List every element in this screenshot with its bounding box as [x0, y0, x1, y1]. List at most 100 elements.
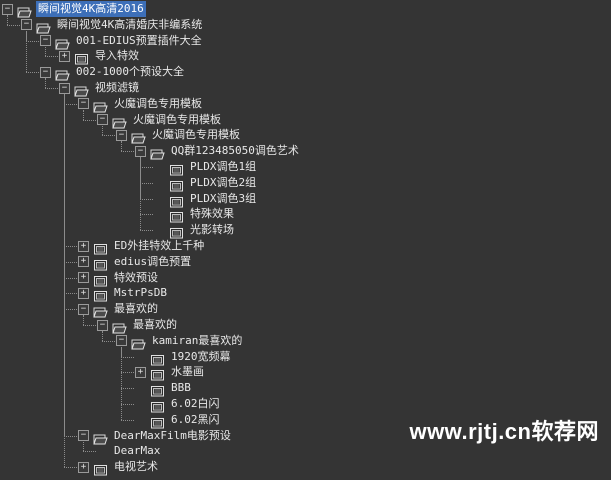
- expand-icon[interactable]: +: [78, 461, 89, 473]
- tree-node[interactable]: + 导入特效: [59, 48, 141, 65]
- collapse-icon[interactable]: −: [78, 98, 89, 110]
- collapse-icon[interactable]: −: [78, 430, 89, 442]
- tree-node[interactable]: + ED外挂特效上千种: [78, 238, 206, 255]
- tree-node[interactable]: − 火魔调色专用模板: [116, 127, 242, 144]
- tree-node-label: 瞬间视觉4K高清婚庆非编系统: [57, 17, 203, 31]
- tree-node-label: 电视艺术: [114, 460, 158, 474]
- tree-connector-line: [83, 325, 96, 326]
- preset-icon: [93, 256, 108, 271]
- preset-icon: [93, 240, 108, 255]
- tree-node[interactable]: − 最喜欢的: [78, 301, 160, 318]
- tree-node[interactable]: PLDX调色2组: [154, 175, 258, 192]
- collapse-icon[interactable]: −: [97, 114, 108, 126]
- tree-node[interactable]: DearMax: [97, 443, 162, 459]
- tree-node-label: 火魔调色专用模板: [152, 128, 240, 142]
- tree-node-label: 特殊效果: [190, 207, 234, 221]
- tree-connector-line: [121, 372, 134, 374]
- tree-connector-line: [45, 88, 58, 89]
- tree-connector-line: [121, 388, 134, 390]
- preset-icon: [150, 414, 165, 429]
- tree-node-label: QQ群123485050调色艺术: [171, 144, 299, 158]
- collapse-icon[interactable]: −: [2, 3, 13, 15]
- folder-open-icon: [131, 335, 146, 350]
- tree-node[interactable]: PLDX调色1组: [154, 159, 258, 176]
- tree-connector-line: [102, 135, 115, 137]
- tree-node[interactable]: + edius调色预置: [78, 254, 193, 271]
- tree-node-label: DearMaxFilm电影预设: [114, 428, 231, 442]
- tree-node-label: 水墨画: [171, 365, 204, 379]
- preset-icon: [74, 50, 89, 65]
- tree-node[interactable]: PLDX调色3组: [154, 191, 258, 208]
- tree-node[interactable]: 6.02黑闪: [135, 412, 222, 429]
- tree-node[interactable]: + 水墨画: [135, 364, 206, 381]
- collapse-icon[interactable]: −: [59, 82, 70, 94]
- tree-node-label: PLDX调色2组: [190, 175, 257, 189]
- tree-node[interactable]: 光影转场: [154, 222, 236, 239]
- expand-icon[interactable]: +: [78, 256, 89, 268]
- tree-connector-line: [64, 246, 77, 247]
- collapse-icon[interactable]: −: [116, 129, 127, 141]
- tree-connector-line: [64, 94, 65, 468]
- tree-connector-line: [26, 30, 27, 73]
- collapse-icon[interactable]: −: [97, 319, 108, 331]
- preset-icon: [150, 398, 165, 413]
- tree-node[interactable]: − 最喜欢的: [97, 317, 179, 334]
- preset-icon: [150, 382, 165, 397]
- tree-node[interactable]: + 特效预设: [78, 270, 160, 287]
- tree-node[interactable]: − 火魔调色专用模板: [78, 96, 204, 113]
- tree-node[interactable]: 特殊效果: [154, 206, 236, 223]
- tree-connector-line: [102, 340, 115, 342]
- folder-open-icon: [131, 129, 146, 144]
- collapse-icon[interactable]: −: [116, 335, 127, 347]
- tree-connector-line: [64, 277, 77, 279]
- tree-connector-line: [140, 214, 153, 216]
- collapse-icon[interactable]: −: [40, 35, 51, 47]
- tree-node-label: DearMax: [114, 444, 161, 458]
- tree-node[interactable]: + 电视艺术: [78, 459, 160, 476]
- tree-node[interactable]: + MstrPsDB: [78, 285, 169, 302]
- tree-node[interactable]: − 瞬间视觉4K高清婚庆非编系统: [21, 17, 204, 34]
- collapse-icon[interactable]: −: [135, 145, 146, 157]
- folder-open-icon: [112, 114, 127, 129]
- tree-connector-line: [83, 451, 96, 453]
- tree-node[interactable]: BBB: [135, 380, 193, 397]
- tree-node-label: 光影转场: [190, 223, 234, 237]
- tree-node[interactable]: − QQ群123485050调色艺术: [135, 143, 301, 160]
- expand-icon[interactable]: +: [78, 240, 89, 252]
- expand-icon[interactable]: +: [59, 50, 70, 62]
- tree-node[interactable]: − 视频滤镜: [59, 80, 141, 97]
- folder-open-icon: [36, 19, 51, 34]
- tree-node-label: 001-EDIUS预置插件大全: [76, 33, 202, 47]
- tree-node[interactable]: 1920宽频幕: [135, 349, 233, 366]
- preset-icon: [169, 224, 184, 239]
- preset-icon: [169, 193, 184, 208]
- expand-icon[interactable]: +: [78, 272, 89, 284]
- tree-node[interactable]: − 001-EDIUS预置插件大全: [40, 33, 204, 50]
- tree-node[interactable]: − DearMaxFilm电影预设: [78, 428, 233, 445]
- tree-node[interactable]: − 火魔调色专用模板: [97, 112, 223, 129]
- collapse-icon[interactable]: −: [21, 19, 32, 31]
- tree-node-label: 视频滤镜: [95, 81, 139, 94]
- expand-icon[interactable]: +: [135, 366, 146, 378]
- tree-node[interactable]: − 002-1000个预设大全: [40, 64, 186, 81]
- tree-node-label: MstrPsDB: [114, 286, 167, 300]
- tree-connector-line: [140, 230, 153, 232]
- tree-connector-line: [121, 356, 134, 358]
- tree-node-label: PLDX调色1组: [190, 160, 257, 173]
- tree-node-label: 火魔调色专用模板: [133, 112, 221, 126]
- tree-node-label: ED外挂特效上千种: [114, 239, 205, 252]
- tree-connector-line: [140, 167, 153, 168]
- preset-icon: [93, 272, 108, 287]
- collapse-icon[interactable]: −: [40, 66, 51, 78]
- tree-connector-line: [64, 261, 77, 263]
- collapse-icon[interactable]: −: [78, 303, 89, 315]
- tree-node[interactable]: − 瞬间视觉4K高清2016: [2, 1, 146, 18]
- expand-icon[interactable]: +: [78, 287, 89, 299]
- tree-node-label: 最喜欢的: [133, 318, 177, 331]
- tree-node[interactable]: − kamiran最喜欢的: [116, 333, 244, 350]
- folder-open-icon: [150, 145, 165, 160]
- tree-node[interactable]: 6.02白闪: [135, 396, 222, 413]
- tree-connector-line: [64, 103, 77, 105]
- folder-open-icon: [93, 430, 108, 445]
- tree-connector-line: [7, 24, 20, 26]
